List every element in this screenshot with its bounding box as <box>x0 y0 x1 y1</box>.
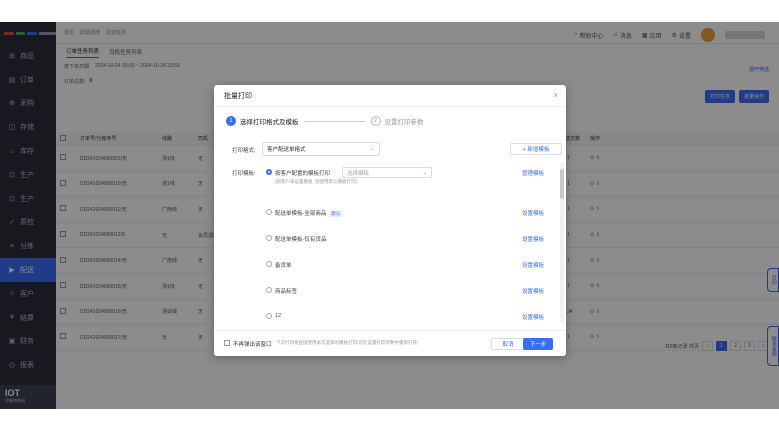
print-format-value: 客户配送单格式 <box>267 147 306 153</box>
set-template-link[interactable]: 设置模板 <box>522 235 544 243</box>
step-connector <box>304 120 365 122</box>
radio[interactable] <box>266 287 272 293</box>
step-1-badge: 1 <box>226 116 236 126</box>
dialog-title: 批量打印 <box>224 92 252 100</box>
batch-print-dialog: 批量打印 × 1 选择打印格式及模板 2 设置打印参数 打印格式: 客户配送单格… <box>214 85 566 356</box>
step-2-badge: 2 <box>370 116 381 126</box>
stepper: 1 选择打印格式及模板 2 设置打印参数 <box>226 113 556 129</box>
cancel-button[interactable]: 取消 <box>491 338 525 350</box>
set-template-link[interactable]: 设置模板 <box>522 287 544 295</box>
default-badge: 默认 <box>329 211 343 217</box>
template-hint: (如客户未设置模板, 则使用默认模板打印) <box>275 179 357 184</box>
template-option-in-stock[interactable]: 配送单模板-仅有货品 设置模板 <box>262 233 552 259</box>
next-step-button[interactable]: 下一步 <box>523 338 553 350</box>
radio[interactable] <box>266 209 272 215</box>
template-option-customer[interactable]: 按客户配置的模板打印 选择模板 ⌄ (如客户未设置模板, 则使用默认模板打印) … <box>262 167 552 193</box>
set-template-link[interactable]: 设置模板 <box>522 261 544 269</box>
template-list: 按客户配置的模板打印 选择模板 ⌄ (如客户未设置模板, 则使用默认模板打印) … <box>262 165 558 325</box>
radio[interactable] <box>266 313 272 319</box>
print-format-label: 打印格式: <box>232 148 256 154</box>
radio[interactable] <box>266 261 272 267</box>
chevron-down-icon: ⌄ <box>422 169 427 176</box>
set-template-link[interactable]: 设置模板 <box>522 313 544 321</box>
template-option-12[interactable]: 12 设置模板 <box>262 311 552 325</box>
step-2-label: 设置打印参数 <box>384 119 424 126</box>
radio[interactable] <box>266 235 272 241</box>
template-option-stock-list[interactable]: 备货单 设置模板 <box>262 259 552 285</box>
manage-template-link[interactable]: 管理模板 <box>522 169 544 177</box>
customer-template-select[interactable]: 选择模板 ⌄ <box>342 167 432 178</box>
scroll-thumb[interactable] <box>560 169 564 199</box>
print-template-label: 打印模板: <box>232 171 256 177</box>
set-template-link[interactable]: 设置模板 <box>522 209 544 217</box>
template-option-all-goods[interactable]: 配送单模板-全部商品 默认 设置模板 <box>262 207 552 233</box>
new-template-button[interactable]: + 新增模板 <box>510 143 562 155</box>
no-remind-label[interactable]: 不再弹出该窗口 <box>233 340 272 348</box>
template-scrollbar[interactable] <box>560 163 564 323</box>
print-format-select[interactable]: 客户配送单格式 ⌄ <box>262 142 380 156</box>
app-window: ⊞ 商品 ▤ 订单 ⊕ 采购 ◫ 存储 ⌂ 库存 ⊡ 生产 ⊡ 生产 ✓ 质检 ≡ 分拣 ▶ 配送 ☺ 客户 ¥ 结算 ▣ 财务 ◷… <box>0 22 779 409</box>
no-remind-checkbox[interactable] <box>224 340 230 346</box>
close-icon[interactable]: × <box>553 91 558 100</box>
no-remind-hint: 下次打印将直接使用本次选择的模板打印(可在设置打印参数中重新打开) <box>276 340 419 345</box>
dialog-footer: 不再弹出该窗口 下次打印将直接使用本次选择的模板打印(可在设置打印参数中重新打开… <box>214 330 566 356</box>
chevron-down-icon: ⌄ <box>370 146 375 152</box>
template-option-goods-label[interactable]: 商品标签 设置模板 <box>262 285 552 311</box>
dialog-header: 批量打印 <box>214 85 566 107</box>
step-1-label: 选择打印格式及模板 <box>240 119 299 126</box>
radio-selected[interactable] <box>266 169 272 175</box>
